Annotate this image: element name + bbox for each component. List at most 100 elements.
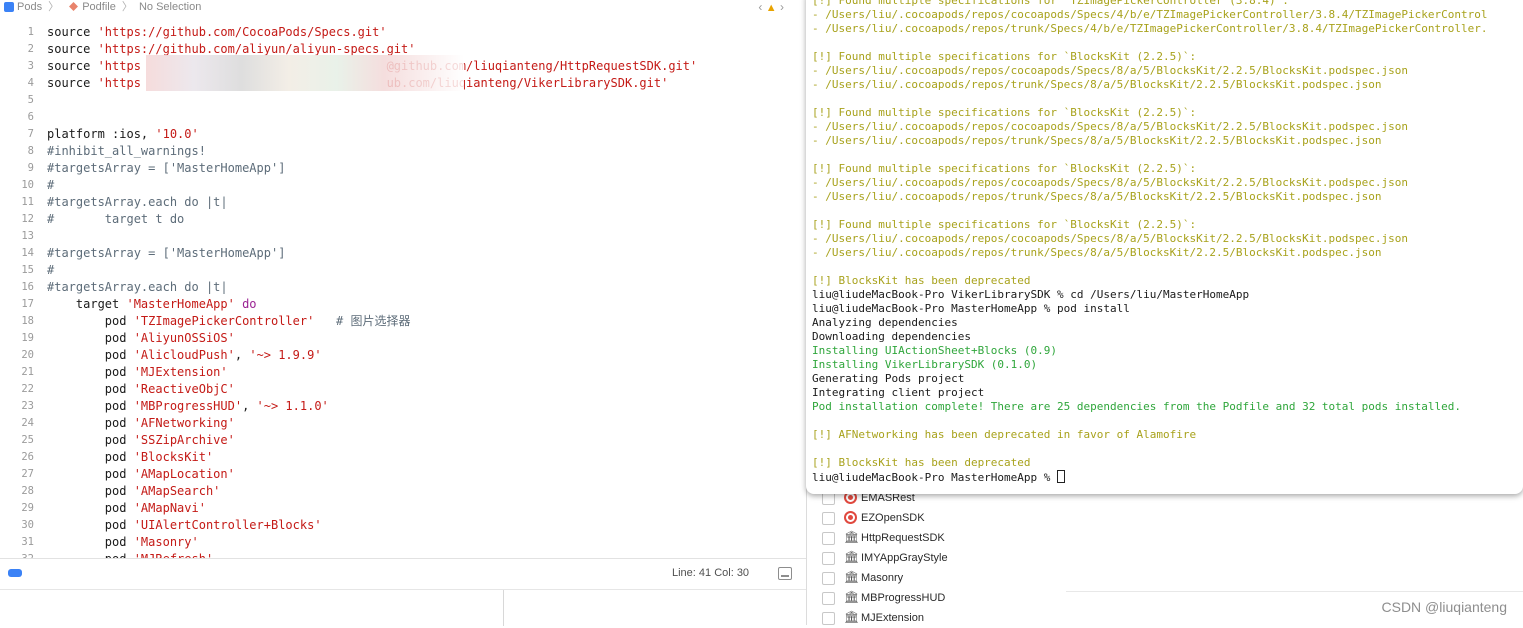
code-line[interactable]: 22 pod 'ReactiveObjC' — [0, 381, 806, 398]
code-text: pod 'MBProgressHUD', '~> 1.1.0' — [47, 398, 329, 415]
code-token: 'AliyunOSSiOS' — [133, 331, 235, 345]
target-navigator: EMASRest EZOpenSDK 🏛 HttpRequestSDK 🏛 IMYAppG… — [806, 480, 1068, 625]
warning-icon[interactable]: ▲ — [766, 2, 777, 14]
code-line[interactable]: 5 — [0, 92, 806, 109]
code-text: #targetsArray.each do |t| — [47, 279, 228, 296]
checkbox[interactable] — [822, 552, 835, 565]
terminal-line: - /Users/liu/.cocoapods/repos/trunk/Spec… — [812, 190, 1382, 203]
code-line[interactable]: 30 pod 'UIAlertController+Blocks' — [0, 517, 806, 534]
code-token: pod — [47, 382, 134, 396]
line-number: 28 — [21, 485, 34, 497]
code-text: pod 'Masonry' — [47, 534, 199, 551]
code-line[interactable]: 18 pod 'TZImagePickerController' # 图片选择器 — [0, 313, 806, 330]
target-list-item[interactable]: 🏛 MJExtension — [815, 608, 1055, 628]
line-number: 23 — [21, 400, 34, 412]
code-line[interactable]: 14 #targetsArray = ['MasterHomeApp'] — [0, 245, 806, 262]
terminal-line: - /Users/liu/.cocoapods/repos/cocoapods/… — [812, 120, 1409, 133]
code-line[interactable]: 16 #targetsArray.each do |t| — [0, 279, 806, 296]
hide-debug-area-icon[interactable] — [778, 567, 792, 580]
code-line[interactable]: 32 pod 'MJRefresh' — [0, 551, 806, 558]
code-line[interactable]: 19 pod 'AliyunOSSiOS' — [0, 330, 806, 347]
terminal-prompt-line[interactable]: liu@liudeMacBook-Pro MasterHomeApp % — [812, 470, 1523, 484]
target-list-item[interactable]: 🏛 Masonry — [815, 568, 1055, 588]
checkbox[interactable] — [822, 612, 835, 625]
code-line[interactable]: 28 pod 'AMapSearch' — [0, 483, 806, 500]
redacted-region — [146, 55, 464, 91]
line-number: 3 — [27, 60, 34, 72]
code-token: 'AMapNavi' — [133, 501, 206, 515]
divider — [1066, 591, 1523, 592]
code-token: 'TZImagePickerController' — [133, 314, 315, 328]
terminal-line: Pod installation complete! There are 25 … — [812, 400, 1462, 413]
code-line[interactable]: 29 pod 'AMapNavi' — [0, 500, 806, 517]
terminal-line: - /Users/liu/.cocoapods/repos/trunk/Spec… — [812, 78, 1382, 91]
breadcrumb-selection[interactable]: No Selection — [139, 0, 201, 14]
terminal-output: [!] Found multiple specifications for `T… — [812, 0, 1523, 484]
code-text: pod 'AliyunOSSiOS' — [47, 330, 235, 347]
target-list-item[interactable]: 🏛 MBProgressHUD — [815, 588, 1055, 608]
shell-prompt: liu@liudeMacBook-Pro MasterHomeApp % — [812, 471, 1058, 484]
terminal-line: [!] AFNetworking has been deprecated in … — [812, 428, 1197, 441]
checkbox[interactable] — [822, 572, 835, 585]
terminal-line: liu@liudeMacBook-Pro MasterHomeApp % pod… — [812, 302, 1130, 315]
code-line[interactable]: 7 platform :ios, '10.0' — [0, 126, 806, 143]
code-line[interactable]: 13 — [0, 228, 806, 245]
code-line[interactable]: 21 pod 'MJExtension' — [0, 364, 806, 381]
code-line[interactable]: 23 pod 'MBProgressHUD', '~> 1.1.0' — [0, 398, 806, 415]
checkbox[interactable] — [822, 512, 835, 525]
code-line[interactable]: 6 — [0, 109, 806, 126]
breadcrumb-project[interactable]: Pods — [17, 0, 42, 14]
code-line[interactable]: 25 pod 'SSZipArchive' — [0, 432, 806, 449]
code-text: # target t do — [47, 211, 184, 228]
code-text: #inhibit_all_warnings! — [47, 143, 206, 160]
code-text: pod 'AlicloudPush', '~> 1.9.9' — [47, 347, 322, 364]
source-text[interactable]: 1 source 'https://github.com/CocoaPods/Sp… — [0, 24, 806, 558]
code-line[interactable]: 9 #targetsArray = ['MasterHomeApp'] — [0, 160, 806, 177]
target-list-item[interactable]: EZOpenSDK — [815, 508, 1055, 528]
code-token: pod — [47, 518, 134, 532]
code-editor[interactable]: Pods 〉 Podfile 〉 No Selection ‹ ▲ › 1 sou… — [0, 0, 806, 626]
terminal-window[interactable]: [!] Found multiple specifications for `T… — [806, 0, 1523, 494]
code-line[interactable]: 15 # — [0, 262, 806, 279]
code-token: pod — [47, 416, 134, 430]
target-list-item[interactable]: 🏛 HttpRequestSDK — [815, 528, 1055, 548]
checkbox[interactable] — [822, 532, 835, 545]
terminal-line: [!] Found multiple specifications for `B… — [812, 162, 1197, 175]
terminal-line: - /Users/liu/.cocoapods/repos/trunk/Spec… — [812, 246, 1382, 259]
code-token: 'AMapLocation' — [133, 467, 235, 481]
code-token: '10.0' — [155, 127, 199, 141]
previous-issue-icon[interactable]: ‹ — [758, 0, 762, 14]
code-line[interactable]: 1 source 'https://github.com/CocoaPods/Sp… — [0, 24, 806, 41]
code-line[interactable]: 26 pod 'BlocksKit' — [0, 449, 806, 466]
next-issue-icon[interactable]: › — [780, 0, 784, 14]
filter-icon[interactable] — [8, 569, 22, 577]
code-token: 'AlicloudPush' — [133, 348, 235, 362]
code-line[interactable]: 27 pod 'AMapLocation' — [0, 466, 806, 483]
code-line[interactable]: 8 #inhibit_all_warnings! — [0, 143, 806, 160]
line-number: 24 — [21, 417, 34, 429]
code-line[interactable]: 20 pod 'AlicloudPush', '~> 1.9.9' — [0, 347, 806, 364]
checkbox[interactable] — [822, 592, 835, 605]
debug-area — [0, 589, 806, 626]
code-line[interactable]: 12 # target t do — [0, 211, 806, 228]
code-token: pod — [47, 467, 134, 481]
code-line[interactable]: 31 pod 'Masonry' — [0, 534, 806, 551]
code-line[interactable]: 17 target 'MasterHomeApp' do — [0, 296, 806, 313]
breadcrumb-file[interactable]: Podfile — [82, 0, 116, 14]
debug-divider[interactable] — [503, 590, 504, 626]
line-number: 1 — [27, 26, 34, 38]
code-line[interactable]: 24 pod 'AFNetworking' — [0, 415, 806, 432]
code-token: 'AFNetworking' — [133, 416, 235, 430]
code-token: source — [47, 76, 98, 90]
code-text: platform :ios, '10.0' — [47, 126, 199, 143]
code-text: target 'MasterHomeApp' do — [47, 296, 257, 313]
code-line[interactable]: 11 #targetsArray.each do |t| — [0, 194, 806, 211]
line-number: 8 — [27, 145, 34, 157]
code-line[interactable]: 10 # — [0, 177, 806, 194]
target-list-item[interactable]: 🏛 IMYAppGrayStyle — [815, 548, 1055, 568]
code-token: 'MBProgressHUD' — [133, 399, 243, 413]
code-token: pod — [47, 365, 134, 379]
